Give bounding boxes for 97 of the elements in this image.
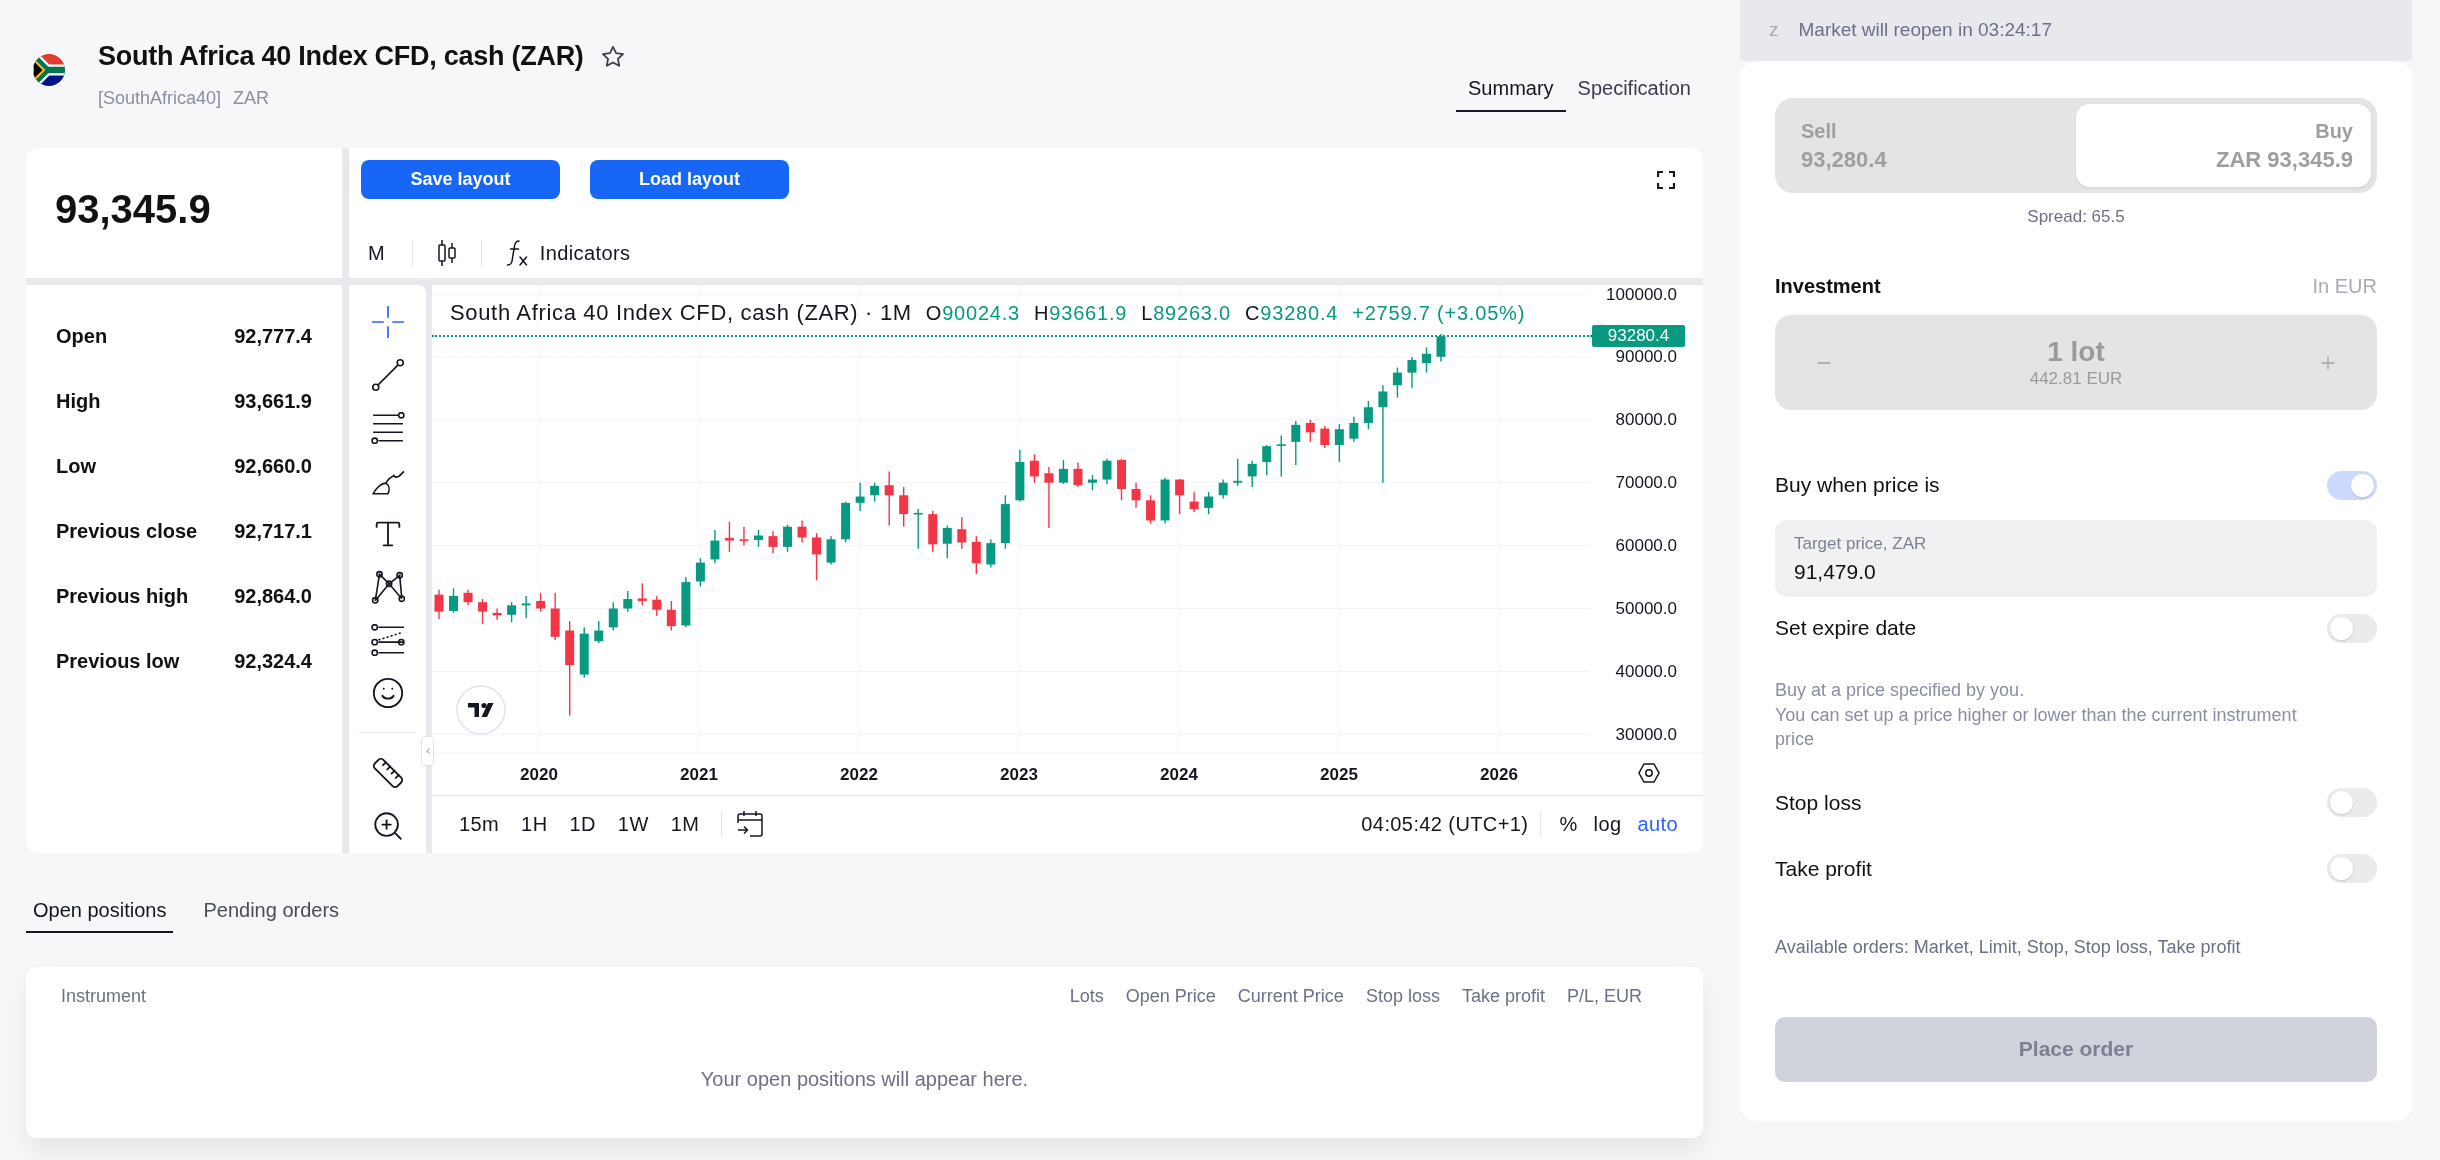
toggle-switch[interactable] [2327, 788, 2377, 817]
ohlc-value: O90024.3 [925, 301, 1021, 326]
layout-button[interactable]: Save layout [361, 160, 560, 199]
timeframe-button[interactable]: 15m [451, 805, 508, 843]
zigzag-pattern-icon[interactable] [370, 569, 405, 604]
option-label: Set expire date [1775, 615, 1917, 642]
stat-label: Open [56, 323, 108, 349]
column-header: Instrument [61, 985, 147, 1008]
smiley-icon[interactable] [370, 675, 405, 710]
crosshair-icon[interactable] [370, 304, 405, 339]
star-icon[interactable] [601, 45, 624, 67]
stat-label: Previous high [56, 583, 189, 609]
price-axis-label: 30000.0 [1615, 724, 1677, 744]
price-axis-label: 100000.0 [1606, 285, 1677, 304]
layout-button[interactable]: Load layout [590, 160, 789, 199]
lot-value: 442.81 EUR [2029, 367, 2123, 390]
calendar-icon[interactable] [736, 810, 765, 838]
price-axis-label: 90000.0 [1615, 347, 1677, 367]
function-icon [505, 239, 528, 267]
scale-option[interactable]: % [1551, 805, 1586, 843]
timeframe-button[interactable]: 1D [561, 805, 604, 843]
candlestick-icon[interactable] [436, 239, 457, 267]
column-header: Open Price [1125, 985, 1216, 1008]
time-axis-label: 2020 [520, 764, 558, 784]
chart-logo-icon[interactable] [456, 685, 506, 735]
time-axis-label: 2021 [680, 764, 718, 784]
timeframe-button[interactable]: 1W [609, 805, 657, 843]
flag-icon [33, 54, 65, 86]
empty-state-message: Your open positions will appear here. [700, 1067, 1029, 1091]
toggle-switch[interactable] [2327, 854, 2377, 883]
order-hint: You can set up a price higher or lower than the current instrument price [1775, 703, 2298, 751]
projection-lines-icon[interactable] [370, 623, 405, 656]
timeframe-button[interactable]: 1H [513, 805, 556, 843]
toggle-switch[interactable] [2327, 470, 2377, 500]
indicators-button[interactable]: Indicators [501, 233, 635, 273]
stat-label: Low [56, 453, 96, 479]
option-label: Stop loss [1775, 789, 1862, 816]
last-price-badge: 93280.4 [1592, 325, 1685, 347]
stat-value: 93,661.9 [234, 388, 312, 414]
stat-value: 92,660.0 [234, 453, 312, 479]
price-axis-label: 50000.0 [1615, 599, 1677, 618]
stat-value: 92,717.1 [234, 518, 312, 544]
column-header: P/L, EUR [1566, 985, 1642, 1008]
order-hint: Buy at a price specified by you. [1775, 679, 2026, 702]
chart-clock: 04:05:42 (UTC+1) [1361, 812, 1529, 837]
time-axis-label: 2024 [1160, 764, 1198, 784]
trend-line-icon[interactable] [370, 357, 405, 392]
option-label: Buy when price is [1775, 472, 1940, 499]
stat-value: 92,777.4 [234, 323, 312, 349]
view-tab[interactable]: Specification [1565, 76, 1703, 112]
spread-text: Spread: 65.5 [2026, 206, 2126, 228]
stat-value: 92,324.4 [234, 648, 312, 674]
time-axis-label: 2025 [1320, 764, 1358, 784]
price-axis-label: 60000.0 [1615, 536, 1677, 556]
ohlc-value: H93661.9 [1034, 301, 1128, 326]
price-axis-label: 80000.0 [1615, 410, 1677, 430]
current-price: 93,345.9 [55, 186, 211, 233]
positions-tab[interactable]: Pending orders [196, 898, 347, 933]
instrument-title: South Africa 40 Index CFD, cash (ZAR) [98, 40, 584, 73]
stat-label: High [56, 388, 101, 414]
scale-option[interactable]: log [1585, 805, 1630, 843]
sleep-symbol: z [1769, 18, 1779, 43]
available-orders-text: Available orders: Market, Limit, Stop, Stop loss, Take profit [1775, 935, 2242, 959]
price-change: +2759.7 (+3.05%) [1352, 301, 1526, 326]
stat-label: Previous close [56, 518, 198, 544]
instrument-currency: ZAR [233, 87, 270, 109]
stat-label: Previous low [56, 648, 180, 674]
investment-unit: In EUR [2312, 274, 2377, 298]
settings-icon[interactable] [1638, 762, 1660, 784]
positions-tab[interactable]: Open positions [26, 898, 174, 933]
ohlc-value: L89263.0 [1141, 301, 1232, 326]
investment-label: Investment [1775, 274, 1881, 298]
column-header: Lots [1069, 985, 1104, 1008]
target-price-field[interactable]: Target price, ZAR 91,479.0 [1775, 520, 2377, 597]
time-axis-label: 2026 [1480, 764, 1518, 784]
chart-legend-title: South Africa 40 Index CFD, cash (ZAR) · 1M [450, 300, 912, 326]
market-status: Market will reopen in 03:24:17 [1798, 18, 2052, 43]
view-tab[interactable]: Summary [1456, 76, 1566, 112]
ruler-icon[interactable] [370, 755, 405, 790]
column-header: Take profit [1461, 985, 1545, 1008]
instrument-symbol: [SouthAfrica40] [98, 87, 222, 109]
stat-value: 92,864.0 [234, 583, 312, 609]
option-label: Take profit [1775, 855, 1872, 882]
column-header: Stop loss [1365, 985, 1440, 1008]
ohlc-value: C93280.4 [1245, 301, 1339, 326]
lot-amount: 1 lot [2047, 335, 2105, 368]
timeframe-button[interactable]: 1M [662, 805, 708, 843]
price-axis-label: 40000.0 [1615, 661, 1677, 681]
column-header: Current Price [1237, 985, 1344, 1008]
interval-button[interactable]: M [361, 233, 392, 273]
fullscreen-icon[interactable] [1657, 170, 1675, 189]
price-axis-label: 70000.0 [1615, 473, 1677, 493]
scale-option[interactable]: auto [1629, 805, 1686, 843]
parallel-lines-icon[interactable] [370, 411, 405, 444]
time-axis-label: 2022 [840, 764, 878, 784]
toggle-switch[interactable] [2327, 613, 2377, 643]
time-axis-label: 2023 [1000, 764, 1038, 784]
